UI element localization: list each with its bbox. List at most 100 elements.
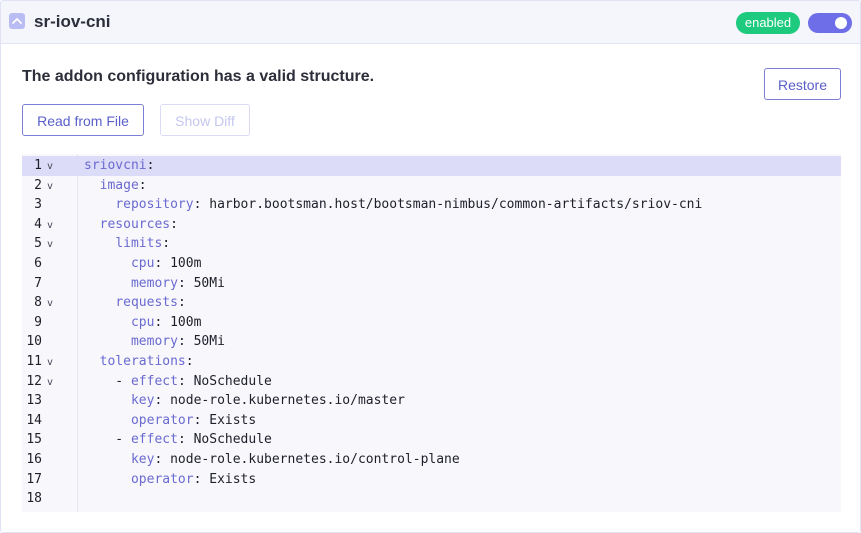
line-number: 14 [26,412,42,428]
yaml-separator: : [154,314,171,330]
yaml-separator: : [193,197,210,213]
code-line[interactable]: 3 repository: harbor.bootsman.host/boots… [22,195,841,215]
yaml-key: operator [130,412,194,428]
code-line[interactable]: 4v resources: [22,215,841,235]
yaml-editor[interactable]: 1 v sriovcni: 2 v image: 3 repository: harbor… [22,154,841,512]
yaml-separator: : [177,275,194,291]
enable-toggle[interactable] [808,13,852,33]
line-number: 12 [26,373,42,389]
fold-chevron-icon[interactable]: v [47,373,53,393]
yaml-key: resources [99,216,171,232]
chevron-up-icon [12,18,22,24]
addon-header: sr-iov-cni enabled [1,1,860,44]
line-number: 10 [26,334,42,350]
line-number: 8 [34,295,42,311]
fold-chevron-icon[interactable]: v [47,157,53,177]
line-number: 5 [34,236,42,252]
line-number: 16 [26,452,42,467]
code-text: operator: Exists [84,411,256,431]
code-text: operator: Exists [84,470,256,490]
fold-chevron-icon[interactable]: v [47,294,53,314]
yaml-key: limits [115,236,163,252]
code-text: cpu: 100m [84,313,201,333]
yaml-separator: : [154,452,171,467]
code-text: requests: [84,293,186,313]
code-line[interactable]: 8v requests: [22,293,841,313]
fold-chevron-icon[interactable]: v [47,235,53,255]
yaml-key: sriovcni [84,158,147,173]
code-line[interactable]: 2v image: [22,176,841,196]
yaml-key: cpu [130,256,155,271]
code-line[interactable]: 7 memory: 50Mi [22,274,841,294]
line-number: 9 [34,314,42,330]
code-indent: - [84,432,131,448]
yaml-key: memory [130,275,178,291]
code-text: resources: [84,215,178,235]
restore-button[interactable]: Restore [764,68,841,100]
yaml-value: harbor.bootsman.host/bootsman-nimbus/com… [209,197,703,213]
line-number: 11 [26,354,42,369]
code-text: memory: 50Mi [84,332,225,352]
code-text: key: node-role.kubernetes.io/control-pla… [84,450,460,470]
line-number: 13 [26,393,42,409]
line-number: 1 [34,158,42,173]
code-line[interactable]: 16 key: node-role.kubernetes.io/control-… [22,450,841,470]
code-text: repository: harbor.bootsman.host/bootsma… [84,195,702,215]
code-line[interactable]: 14 operator: Exists [22,411,841,431]
yaml-value: NoSchedule [193,373,272,389]
code-line[interactable]: 9 cpu: 100m [22,313,841,333]
code-line[interactable]: 12 v - effect: NoSchedule [22,372,841,392]
yaml-separator: : [177,432,194,448]
yaml-value: Exists [209,471,257,487]
yaml-key: memory [130,334,178,350]
read-from-file-button[interactable]: Read from File [22,104,144,136]
code-line[interactable]: 18 [22,489,841,509]
validation-message: The addon configuration has a valid stru… [22,68,375,85]
line-number: 2 [34,177,42,193]
collapse-button[interactable] [9,13,25,29]
code-text: image: [84,176,147,196]
yaml-separator: : [177,373,194,389]
line-number: 17 [26,471,42,487]
status-badge: enabled [736,12,800,34]
fold-chevron-icon[interactable]: v [47,353,53,373]
fold-chevron-icon[interactable]: v [47,216,53,236]
addon-panel: sr-iov-cni enabled The addon configurati… [0,0,861,533]
line-number: 6 [34,256,42,271]
line-number: 15 [26,432,42,448]
yaml-key: key [130,393,155,409]
code-text: - effect: NoSchedule [84,430,272,450]
yaml-key: cpu [130,314,155,330]
code-line[interactable]: 15 - effect: NoSchedule [22,430,841,450]
code-line[interactable]: 17 operator: Exists [22,470,841,490]
yaml-separator: : [177,295,186,311]
code-line[interactable]: 13 key: node-role.kubernetes.io/master [22,391,841,411]
yaml-value: NoSchedule [193,432,272,448]
yaml-separator: : [162,236,171,252]
yaml-value: 50Mi [193,275,225,291]
code-text: tolerations: [84,352,194,372]
yaml-value: 100m [170,314,202,330]
yaml-value: node-role.kubernetes.io/control-plane [170,452,460,467]
code-line[interactable]: 6 cpu: 100m [22,254,841,274]
yaml-separator: : [154,393,171,409]
yaml-key: requests [115,295,178,311]
code-text: limits: [84,234,170,254]
fold-chevron-icon[interactable]: v [47,177,53,197]
yaml-key: repository [115,197,194,213]
code-text: - effect: NoSchedule [84,372,272,392]
code-line[interactable]: 5v limits: [22,234,841,254]
code-line[interactable]: 1 v sriovcni: [22,156,841,176]
yaml-separator: : [177,334,194,350]
code-line[interactable]: 11 v tolerations: [22,352,841,372]
code-line[interactable]: 10 memory: 50Mi [22,332,841,352]
addon-title: sr-iov-cni [34,12,111,31]
